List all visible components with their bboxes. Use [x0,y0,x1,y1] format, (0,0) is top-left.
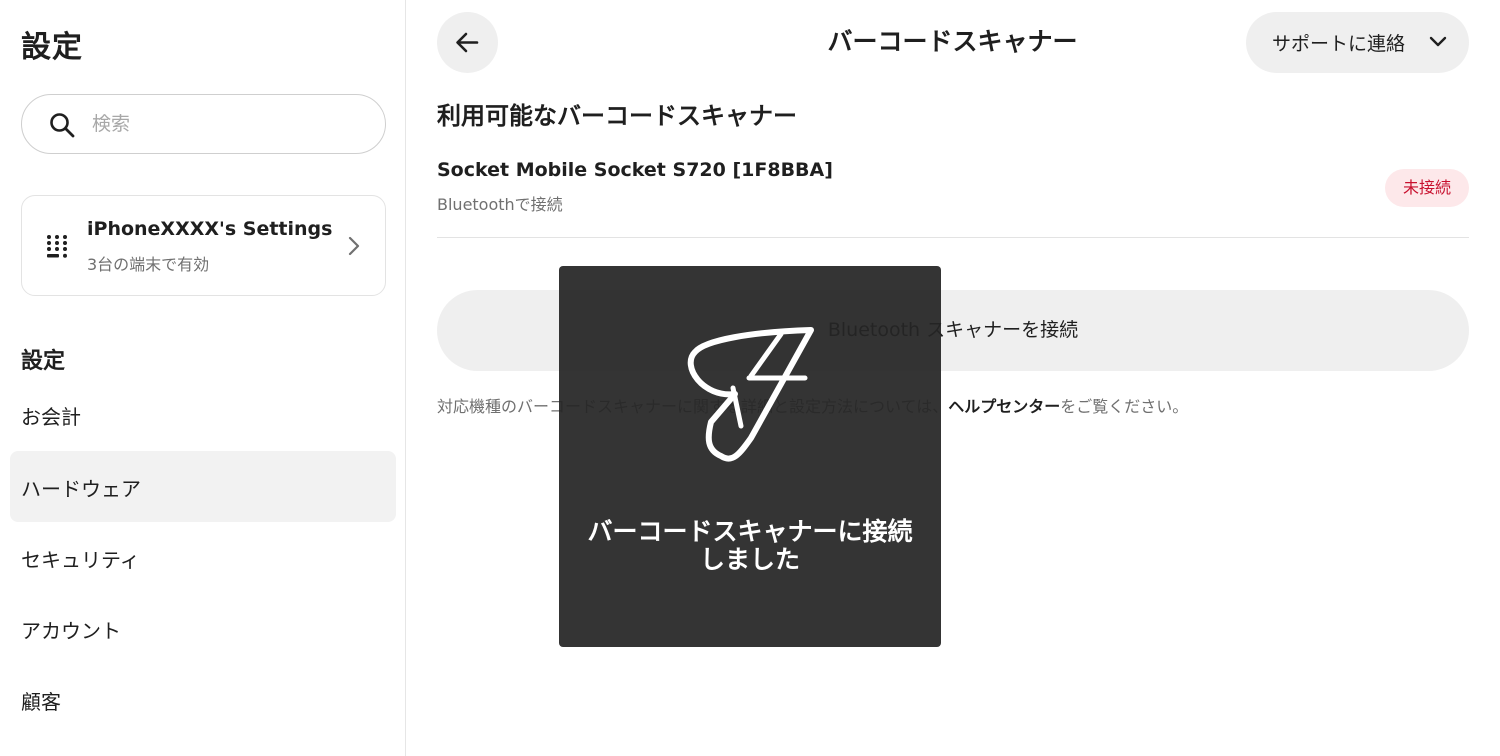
sidebar-item-label: アカウント [21,619,121,643]
sidebar-item-label: ハードウェア [21,477,141,501]
sidebar: 設定 iPhoneXXXX's Settings 3台の端末で有効 設定 お会計… [0,0,406,756]
status-badge: 未接続 [1385,169,1469,207]
search-box[interactable] [21,94,386,154]
scanner-name: Socket Mobile Socket S720 [1F8BBA] [437,159,833,181]
chevron-down-icon [1429,36,1447,47]
sidebar-item-account[interactable]: アカウント [10,593,396,664]
sidebar-item-customers[interactable]: 顧客 [10,664,396,735]
device-name: iPhoneXXXX's Settings [87,218,333,240]
sidebar-item-checkout[interactable]: お会計 [10,379,396,450]
support-button-label: サポートに連絡 [1272,33,1406,55]
sidebar-item-label: 顧客 [21,690,61,714]
search-input[interactable] [92,105,362,143]
toast-overlay: バーコードスキャナーに接続しました [559,266,941,647]
sidebar-item-hardware[interactable]: ハードウェア [10,451,396,522]
available-scanners-title: 利用可能なバーコードスキャナー [437,102,797,130]
device-subtitle: 3台の端末で有効 [87,255,210,274]
search-icon [50,113,75,138]
arrow-left-icon [456,32,479,53]
sidebar-title: 設定 [21,30,83,65]
sidebar-item-security[interactable]: セキュリティ [10,522,396,593]
page-title: バーコードスキャナー [827,27,1078,56]
help-text-after: をご覧ください。 [1060,397,1189,416]
device-settings-card[interactable]: iPhoneXXXX's Settings 3台の端末で有効 [21,195,386,296]
help-center-link[interactable]: ヘルプセンター [948,397,1060,416]
chevron-right-icon [348,236,360,256]
divider [437,237,1469,238]
sidebar-item-label: セキュリティ [21,548,140,572]
contact-support-button[interactable]: サポートに連絡 [1246,12,1469,73]
keypad-icon [47,235,67,258]
barcode-scanner-icon [687,327,814,462]
scanner-connection-type: Bluetoothで接続 [437,195,563,214]
back-button[interactable] [437,12,498,73]
settings-section-title: 設定 [21,349,66,374]
toast-message: バーコードスキャナーに接続しました [587,517,913,574]
sidebar-item-label: お会計 [21,405,81,429]
